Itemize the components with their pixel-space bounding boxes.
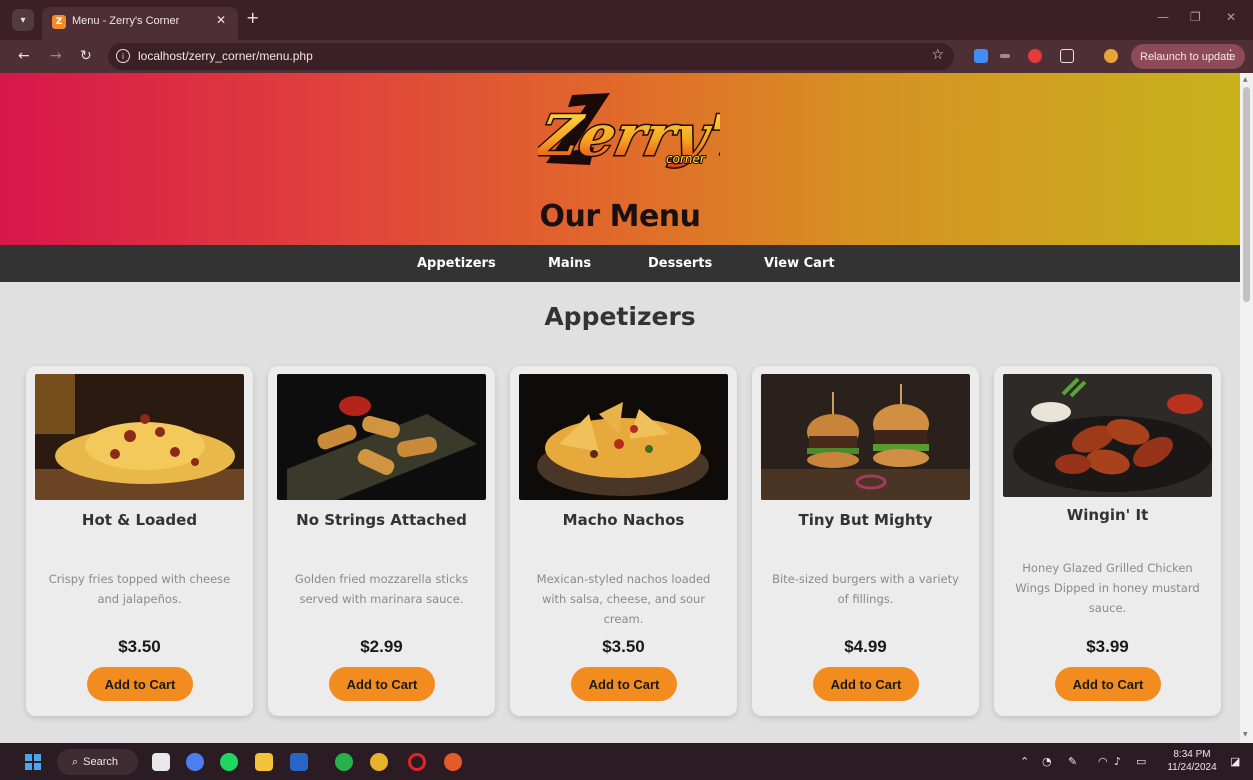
scroll-thumb[interactable] <box>1243 87 1250 302</box>
item-name: Hot & Loaded <box>81 511 198 529</box>
item-price: $3.99 <box>1086 637 1129 656</box>
scroll-up-icon[interactable]: ▲ <box>1243 76 1248 83</box>
item-description: Golden fried mozzarella sticks served wi… <box>294 572 469 606</box>
relaunch-label: Relaunch to update <box>1140 50 1236 63</box>
menu-card: Hot & Loaded Crispy fries topped with ch… <box>26 366 253 716</box>
close-icon[interactable]: ✕ <box>216 13 226 27</box>
chicken-wings-image <box>1003 374 1212 497</box>
item-price: $3.50 <box>118 637 161 656</box>
os-taskbar: ⌕ Search ⌃ ◔ ✎ ◠ ♪ ▭ 8:34 PM 11/24/2024 … <box>0 743 1253 780</box>
nachos-image <box>519 374 728 500</box>
menu-card: Macho Nachos Mexican-styled nachos loade… <box>510 366 737 716</box>
menu-card: No Strings Attached Golden fried mozzare… <box>268 366 495 716</box>
scroll-down-icon[interactable]: ▼ <box>1243 731 1248 738</box>
url-text[interactable]: localhost/zerry_corner/menu.php <box>138 49 313 63</box>
hero-header: Zerry's corner Our Menu <box>0 73 1240 245</box>
chevron-up-icon[interactable]: ⌃ <box>1020 755 1029 768</box>
copilot-icon[interactable] <box>186 753 204 771</box>
profile-icon[interactable] <box>1104 49 1118 63</box>
taskbar-search[interactable]: ⌕ Search <box>57 749 138 775</box>
file-explorer-icon[interactable] <box>255 753 273 771</box>
svg-text:corner: corner <box>666 152 706 166</box>
item-price: $4.99 <box>844 637 887 656</box>
zerrys-logo: Zerry's corner <box>538 93 720 170</box>
add-to-cart-button[interactable]: Add to Cart <box>329 667 435 701</box>
menu-card: Wingin' It Honey Glazed Grilled Chicken … <box>994 366 1221 716</box>
item-name: Wingin' It <box>1066 506 1149 524</box>
nav-link-view-cart[interactable]: View Cart <box>764 256 835 271</box>
clock-time: 8:34 PM <box>1173 749 1211 760</box>
more-vert-icon[interactable]: ⋮ <box>1224 47 1237 63</box>
relaunch-button[interactable]: Relaunch to update ⋮ <box>1131 44 1245 69</box>
item-name: Tiny But Mighty <box>798 511 933 529</box>
minimize-icon[interactable]: — <box>1157 10 1169 24</box>
item-name: No Strings Attached <box>296 511 467 529</box>
clock-date: 11/24/2024 <box>1167 762 1217 773</box>
windows-start-icon[interactable] <box>25 754 41 770</box>
system-clock[interactable]: 8:34 PM 11/24/2024 <box>1166 748 1218 774</box>
item-description: Honey Glazed Grilled Chicken Wings Dippe… <box>1015 561 1200 615</box>
plus-icon[interactable]: + <box>246 9 259 27</box>
item-description: Crispy fries topped with cheese and jala… <box>48 572 231 606</box>
menu-nav: Appetizers Mains Desserts View Cart <box>0 245 1240 282</box>
extensions-icon[interactable] <box>1060 49 1074 63</box>
back-arrow-icon[interactable]: ← <box>18 47 30 65</box>
chrome-icon[interactable] <box>370 753 388 771</box>
menu-card: Tiny But Mighty Bite-sized burgers with … <box>752 366 979 716</box>
new-badge-icon[interactable] <box>1028 49 1042 63</box>
reload-icon[interactable]: ↻ <box>80 47 92 65</box>
extension-icon[interactable] <box>1000 54 1010 58</box>
browser-tab-bar: ▾ Z Menu - Zerry's Corner ✕ + — ❐ ✕ <box>0 0 1253 40</box>
opera-icon[interactable] <box>408 753 426 771</box>
star-icon[interactable]: ☆ <box>931 47 944 63</box>
volume-icon[interactable]: ♪ <box>1114 755 1121 768</box>
extension-icon[interactable] <box>974 49 988 63</box>
site-info-icon[interactable]: i <box>116 49 130 63</box>
nav-link-desserts[interactable]: Desserts <box>648 256 712 271</box>
add-to-cart-button[interactable]: Add to Cart <box>813 667 919 701</box>
address-bar[interactable]: i localhost/zerry_corner/menu.php ☆ <box>108 43 954 70</box>
tab-search-icon[interactable]: ▾ <box>12 9 34 31</box>
browser-tab[interactable]: Z Menu - Zerry's Corner ✕ <box>42 7 238 40</box>
browser-toolbar: ← → ↻ i localhost/zerry_corner/menu.php … <box>0 40 1253 73</box>
wifi-icon[interactable]: ◠ <box>1098 755 1108 768</box>
whatsapp-icon[interactable] <box>335 753 353 771</box>
pen-icon[interactable]: ✎ <box>1068 755 1077 768</box>
search-icon: ⌕ <box>72 755 79 768</box>
chrome-profile-icon[interactable] <box>444 753 462 771</box>
taskbar-search-label: Search <box>83 756 119 768</box>
tab-title: Menu - Zerry's Corner <box>72 15 180 27</box>
forward-arrow-icon[interactable]: → <box>50 47 62 65</box>
notification-icon[interactable]: ◪ <box>1230 755 1240 768</box>
window-close-icon[interactable]: ✕ <box>1226 10 1236 24</box>
page-scrollbar[interactable]: ▲ ▼ <box>1240 73 1253 743</box>
spotify-icon[interactable] <box>220 753 238 771</box>
add-to-cart-button[interactable]: Add to Cart <box>571 667 677 701</box>
add-to-cart-button[interactable]: Add to Cart <box>87 667 193 701</box>
section-title: Appetizers <box>544 302 696 331</box>
loaded-fries-image <box>35 374 244 500</box>
add-to-cart-button[interactable]: Add to Cart <box>1055 667 1161 701</box>
item-name: Macho Nachos <box>562 511 685 529</box>
nav-link-mains[interactable]: Mains <box>548 256 591 271</box>
item-price: $2.99 <box>360 637 403 656</box>
task-view-icon[interactable] <box>152 753 170 771</box>
mozzarella-sticks-image <box>277 374 486 500</box>
item-price: $3.50 <box>602 637 645 656</box>
battery-icon[interactable]: ▭ <box>1136 755 1146 768</box>
word-icon[interactable] <box>290 753 308 771</box>
tray-app-icon[interactable]: ◔ <box>1042 755 1052 768</box>
page-viewport: Zerry's corner Our Menu Appetizers Mains… <box>0 73 1240 743</box>
sliders-image <box>761 374 970 500</box>
item-description: Mexican-styled nachos loaded with salsa,… <box>536 572 711 626</box>
item-description: Bite-sized burgers with a variety of fil… <box>772 572 959 606</box>
nav-link-appetizers[interactable]: Appetizers <box>417 256 496 271</box>
restore-icon[interactable]: ❐ <box>1190 10 1201 24</box>
favicon-icon: Z <box>52 15 66 29</box>
page-title: Our Menu <box>539 199 701 234</box>
